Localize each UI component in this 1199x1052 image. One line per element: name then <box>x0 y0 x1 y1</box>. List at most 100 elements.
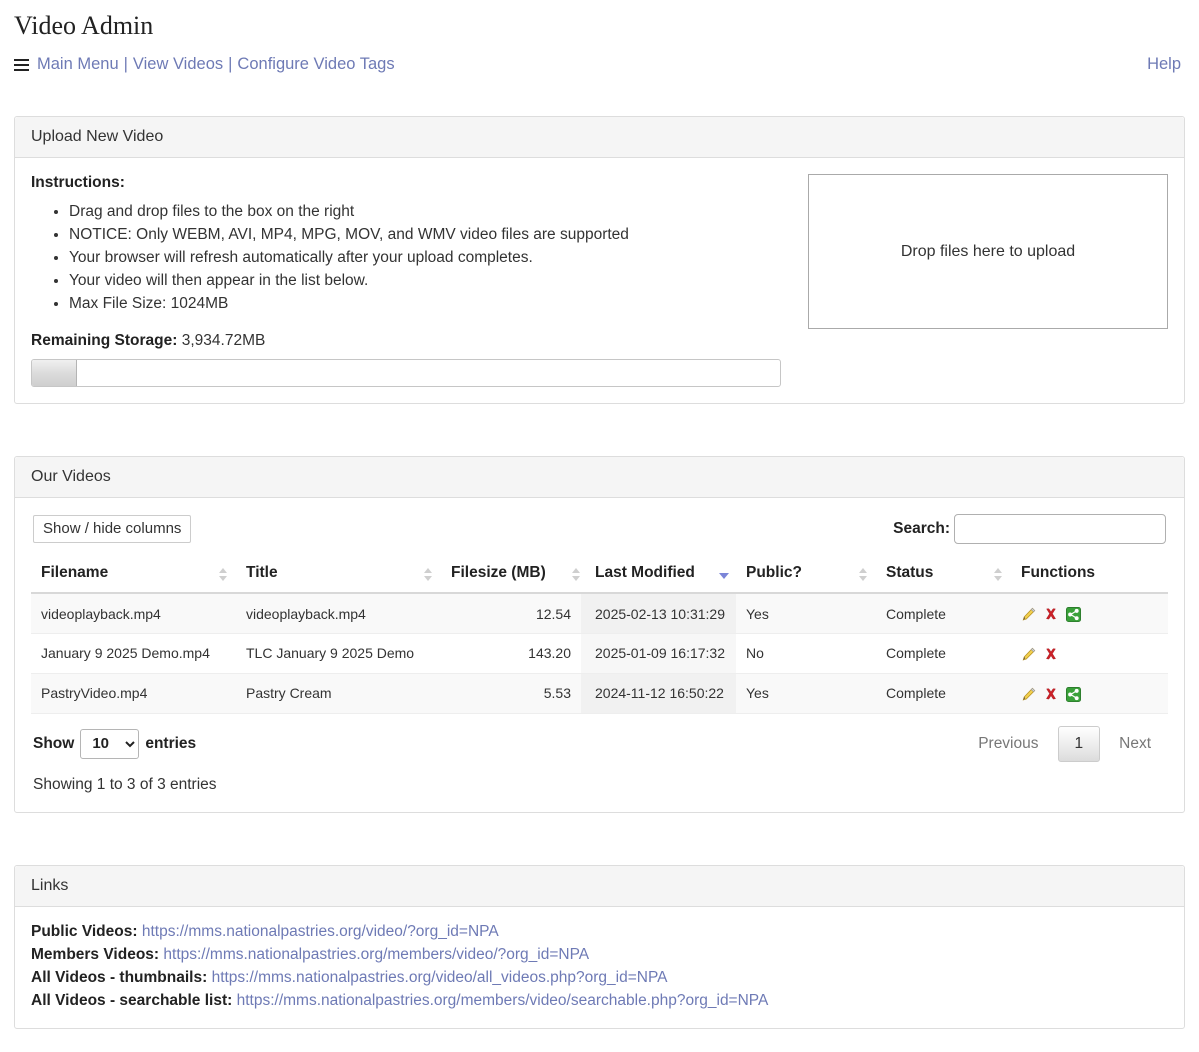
videos-table-body: videoplayback.mp4 videoplayback.mp4 12.54 2… <box>31 593 1168 714</box>
remaining-storage-label: Remaining Storage: <box>31 332 178 350</box>
link-row: All Videos - thumbnails: https://mms.nat… <box>31 966 1168 989</box>
help-link[interactable]: Help <box>1147 55 1181 74</box>
nav-separator-1: | <box>123 55 128 74</box>
nav-separator-2: | <box>228 55 233 74</box>
cell-functions <box>1011 593 1168 634</box>
cell-public: Yes <box>736 593 876 634</box>
cell-functions <box>1011 633 1168 674</box>
show-hide-columns-button[interactable]: Show / hide columns <box>33 515 192 544</box>
cell-title: TLC January 9 2025 Demo <box>236 633 441 674</box>
column-label: Public? <box>746 564 802 582</box>
cell-filesize: 12.54 <box>441 593 581 634</box>
videos-table-head: Filename Title Filesize (MB) Last Modifi… <box>31 558 1168 595</box>
links-panel: Links Public Videos: https://mms.nationa… <box>14 864 1185 1029</box>
nav-link-main-menu[interactable]: Main Menu <box>37 55 119 74</box>
cell-last-modified: 2025-02-13 10:31:29 <box>581 593 736 634</box>
column-header-functions: Functions <box>1011 558 1168 595</box>
cell-status: Complete <box>876 633 1011 674</box>
delete-icon[interactable] <box>1044 687 1058 701</box>
videos-table: Filename Title Filesize (MB) Last Modifi… <box>31 558 1168 714</box>
link-label: All Videos - searchable list: <box>31 991 233 1009</box>
videos-panel: Our Videos Show / hide columns Search: F… <box>14 456 1185 813</box>
column-header-public[interactable]: Public? <box>736 558 876 595</box>
instruction-item: Your video will then appear in the list … <box>69 269 791 292</box>
edit-icon[interactable] <box>1021 607 1036 622</box>
share-icon[interactable] <box>1066 606 1081 622</box>
table-row: videoplayback.mp4 videoplayback.mp4 12.54 2… <box>31 593 1168 634</box>
column-label: Last Modified <box>595 564 695 582</box>
column-header-status[interactable]: Status <box>876 558 1011 595</box>
column-header-last-modified[interactable]: Last Modified <box>581 558 736 595</box>
navbar-left: Main Menu | View Videos | Configure Vide… <box>14 55 395 74</box>
videos-panel-heading: Our Videos <box>15 457 1184 499</box>
column-header-title[interactable]: Title <box>236 558 441 595</box>
links-panel-body: Public Videos: https://mms.nationalpastr… <box>15 907 1184 1028</box>
pagination-previous[interactable]: Previous <box>963 728 1053 760</box>
link-url-all-videos-thumbnails[interactable]: https://mms.nationalpastries.org/video/a… <box>212 969 668 986</box>
length-prefix-label: Show <box>33 734 75 752</box>
table-header-row: Filename Title Filesize (MB) Last Modifi… <box>31 558 1168 595</box>
column-header-filesize[interactable]: Filesize (MB) <box>441 558 581 595</box>
dropzone-label: Drop files here to upload <box>900 242 1076 260</box>
column-label: Title <box>246 564 278 582</box>
storage-progress-fill <box>32 360 77 387</box>
page-title: Video Admin <box>14 11 154 40</box>
cell-title: videoplayback.mp4 <box>236 593 441 634</box>
sort-arrows-icon <box>994 568 1003 582</box>
link-label: All Videos - thumbnails: <box>31 968 208 986</box>
share-icon[interactable] <box>1066 686 1081 702</box>
cell-title: Pastry Cream <box>236 673 441 714</box>
upload-panel-body: Instructions: Drag and drop files to the… <box>15 158 1184 403</box>
nav-link-view-videos[interactable]: View Videos <box>133 55 223 74</box>
sort-arrows-icon <box>424 568 433 582</box>
search-area: Search: <box>893 514 1166 545</box>
column-label: Status <box>886 564 934 582</box>
link-row: Public Videos: https://mms.nationalpastr… <box>31 920 1168 943</box>
cell-last-modified: 2025-01-09 16:17:32 <box>581 633 736 674</box>
link-url-members-videos[interactable]: https://mms.nationalpastries.org/members… <box>163 946 589 963</box>
entries-per-page-select[interactable]: 102550100 <box>80 728 140 759</box>
column-label: Functions <box>1021 564 1096 582</box>
nav-link-configure-video-tags[interactable]: Configure Video Tags <box>237 55 394 74</box>
storage-progress-bar <box>31 359 781 388</box>
link-label: Public Videos: <box>31 922 138 940</box>
column-header-filename[interactable]: Filename <box>31 558 236 595</box>
cell-functions <box>1011 673 1168 714</box>
table-controls: Show / hide columns Search: <box>31 512 1168 558</box>
sort-arrows-icon <box>859 568 868 582</box>
links-panel-heading: Links <box>15 865 1184 907</box>
length-suffix-label: entries <box>145 734 197 752</box>
column-label: Filesize (MB) <box>451 564 546 582</box>
cell-filename: videoplayback.mp4 <box>31 593 236 634</box>
cell-status: Complete <box>876 593 1011 634</box>
sort-arrows-icon <box>219 568 228 582</box>
instruction-item: Drag and drop files to the box on the ri… <box>69 200 791 223</box>
remaining-storage-value: 3,934.72MB <box>181 332 266 350</box>
search-input[interactable] <box>954 514 1166 545</box>
length-control: Show 102550100 entries <box>33 728 197 759</box>
edit-icon[interactable] <box>1021 687 1036 702</box>
cell-last-modified: 2024-11-12 16:50:22 <box>581 673 736 714</box>
edit-icon[interactable] <box>1021 647 1036 662</box>
instruction-item: Your browser will refresh automatically … <box>69 246 791 269</box>
delete-icon[interactable] <box>1044 647 1058 661</box>
table-footer: Show 102550100 entries Previous 1 Next <box>31 714 1168 762</box>
delete-icon[interactable] <box>1044 607 1058 621</box>
cell-filesize: 143.20 <box>441 633 581 674</box>
pagination-next[interactable]: Next <box>1104 728 1166 760</box>
remaining-storage: Remaining Storage: 3,934.72MB <box>31 332 791 350</box>
search-label: Search: <box>893 520 950 538</box>
pagination: Previous 1 Next <box>963 725 1166 762</box>
hamburger-icon[interactable] <box>14 56 29 74</box>
link-row: Members Videos: https://mms.nationalpast… <box>31 943 1168 966</box>
link-url-all-videos-searchable[interactable]: https://mms.nationalpastries.org/members… <box>237 992 769 1009</box>
sort-arrows-icon <box>572 568 581 582</box>
link-row: All Videos - searchable list: https://mm… <box>31 989 1168 1012</box>
file-dropzone[interactable]: Drop files here to upload <box>808 174 1168 330</box>
link-url-public-videos[interactable]: https://mms.nationalpastries.org/video/?… <box>142 923 499 940</box>
upload-instructions-area: Instructions: Drag and drop files to the… <box>31 172 791 388</box>
pagination-page-1[interactable]: 1 <box>1057 725 1101 762</box>
upload-panel-heading: Upload New Video <box>15 117 1184 159</box>
videos-panel-body: Show / hide columns Search: Filename Tit… <box>15 498 1184 811</box>
cell-filename: PastryVideo.mp4 <box>31 673 236 714</box>
